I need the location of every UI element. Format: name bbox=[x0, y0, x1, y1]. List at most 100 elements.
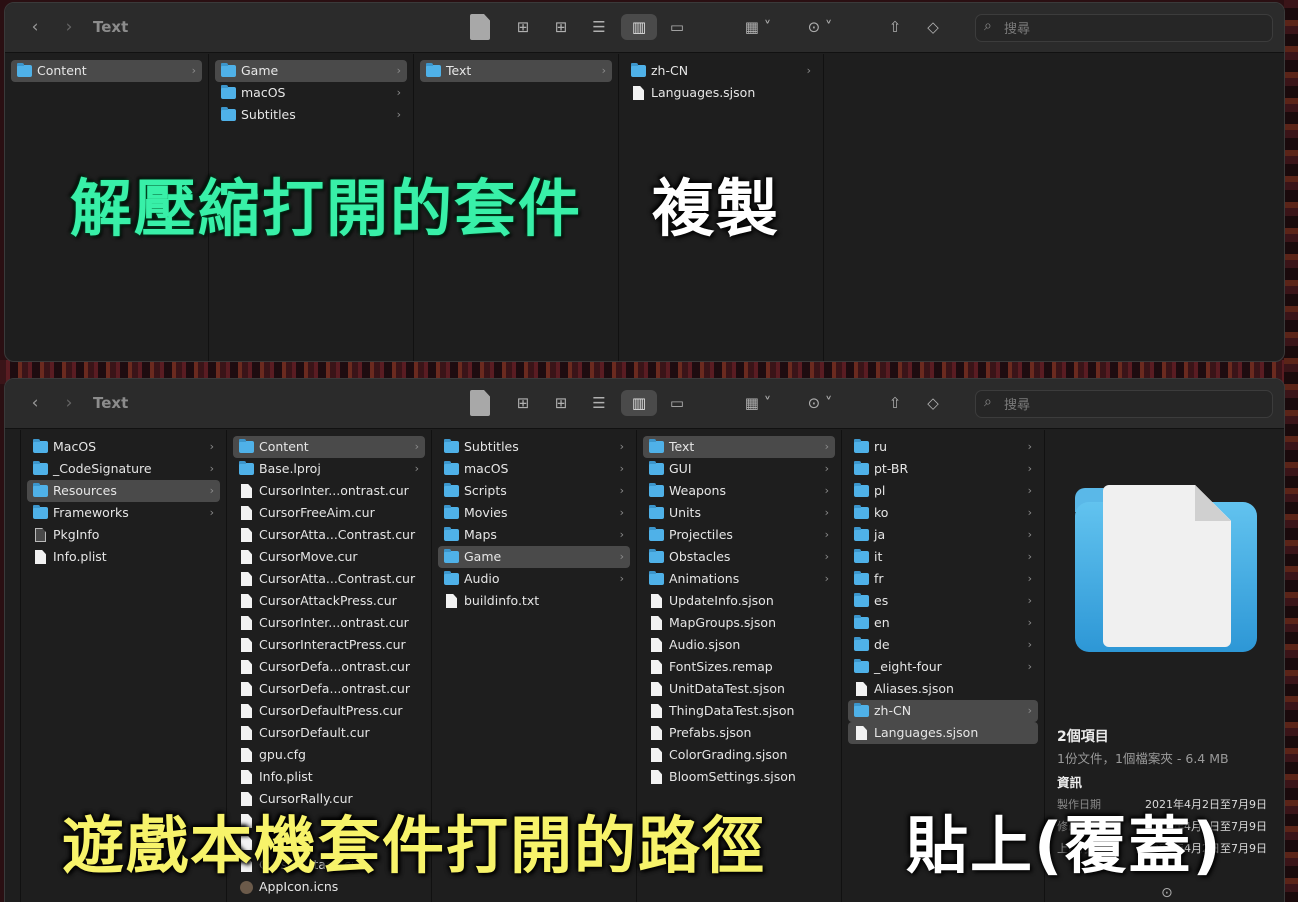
file-row[interactable]: Info.plist bbox=[27, 546, 220, 568]
folder-row[interactable]: macOS › bbox=[215, 82, 407, 104]
new-folder-icon[interactable]: ⊞ bbox=[505, 390, 541, 416]
file-row[interactable]: CursorDefa...ontrast.cur bbox=[233, 656, 425, 678]
file-row[interactable]: Languages.sjson bbox=[625, 82, 817, 104]
file-row[interactable]: CursorDefault.cur bbox=[233, 722, 425, 744]
file-row[interactable]: ColorGrading.sjson bbox=[643, 744, 835, 766]
folder-row[interactable]: Frameworks › bbox=[27, 502, 220, 524]
file-row[interactable]: Audio.sjson bbox=[643, 634, 835, 656]
folder-row[interactable]: de › bbox=[848, 634, 1038, 656]
folder-row[interactable]: Game › bbox=[438, 546, 630, 568]
folder-row[interactable]: Game › bbox=[215, 60, 407, 82]
group-icon[interactable]: ▦ ˅ bbox=[735, 390, 781, 416]
folder-row[interactable]: MacOS › bbox=[27, 436, 220, 458]
folder-row[interactable]: Projectiles › bbox=[643, 524, 835, 546]
back-icon[interactable]: ‹ bbox=[25, 14, 45, 40]
folder-row[interactable]: Content › bbox=[233, 436, 425, 458]
folder-row[interactable]: zh-CN › bbox=[848, 700, 1038, 722]
file-row[interactable]: BloomSettings.sjson bbox=[643, 766, 835, 788]
file-row[interactable]: CursorMove.cur bbox=[233, 546, 425, 568]
file-row[interactable]: CursorInteractPress.cur bbox=[233, 634, 425, 656]
folder-row[interactable]: Units › bbox=[643, 502, 835, 524]
folder-row[interactable]: Obstacles › bbox=[643, 546, 835, 568]
folder-row[interactable]: fr › bbox=[848, 568, 1038, 590]
folder-row[interactable]: _CodeSignature › bbox=[27, 458, 220, 480]
forward-icon[interactable]: › bbox=[59, 14, 79, 40]
file-row[interactable]: buildinfo.txt bbox=[438, 590, 630, 612]
file-row[interactable]: MapGroups.sjson bbox=[643, 612, 835, 634]
file-row[interactable]: FontSizes.remap bbox=[643, 656, 835, 678]
file-row[interactable]: CursorAtta...Contrast.cur bbox=[233, 568, 425, 590]
folder-row[interactable]: Content › bbox=[11, 60, 202, 82]
file-row[interactable]: Prefabs.sjson bbox=[643, 722, 835, 744]
gallery-view-icon[interactable]: ▭ bbox=[659, 390, 695, 416]
more-icon[interactable]: ⊙ bbox=[1161, 885, 1173, 901]
file-row[interactable]: CursorAttackPress.cur bbox=[233, 590, 425, 612]
file-row[interactable]: CursorDefa...ontrast.cur bbox=[233, 678, 425, 700]
folder-icon bbox=[649, 527, 664, 541]
folder-row[interactable]: it › bbox=[848, 546, 1038, 568]
icon-view-icon[interactable]: ⊞ bbox=[543, 14, 579, 40]
folder-row[interactable]: pl › bbox=[848, 480, 1038, 502]
share-icon[interactable]: ⇧ bbox=[877, 390, 913, 416]
search-field[interactable]: ⌕ bbox=[975, 14, 1273, 42]
file-row[interactable]: ThingDataTest.sjson bbox=[643, 700, 835, 722]
document-proxy-icon[interactable] bbox=[470, 390, 490, 416]
file-row[interactable]: PkgInfo bbox=[27, 524, 220, 546]
file-row[interactable]: Info.plist bbox=[233, 766, 425, 788]
column-view-icon[interactable]: ▥ bbox=[621, 390, 657, 416]
share-icon[interactable]: ⇧ bbox=[877, 14, 913, 40]
file-row[interactable]: CursorFreeAim.cur bbox=[233, 502, 425, 524]
file-row[interactable]: CursorInter...ontrast.cur bbox=[233, 480, 425, 502]
folder-row[interactable]: en › bbox=[848, 612, 1038, 634]
folder-row[interactable]: Scripts › bbox=[438, 480, 630, 502]
folder-row[interactable]: Subtitles › bbox=[438, 436, 630, 458]
tag-icon[interactable]: ◇ bbox=[915, 390, 951, 416]
icon-view-icon[interactable]: ⊞ bbox=[543, 390, 579, 416]
folder-row[interactable]: GUI › bbox=[643, 458, 835, 480]
folder-row[interactable]: Maps › bbox=[438, 524, 630, 546]
folder-row[interactable]: es › bbox=[848, 590, 1038, 612]
back-icon[interactable]: ‹ bbox=[25, 390, 45, 416]
folder-row[interactable]: Animations › bbox=[643, 568, 835, 590]
folder-row[interactable]: ja › bbox=[848, 524, 1038, 546]
file-row[interactable]: UpdateInfo.sjson bbox=[643, 590, 835, 612]
file-row[interactable]: Aliases.sjson bbox=[848, 678, 1038, 700]
tag-icon[interactable]: ◇ bbox=[915, 14, 951, 40]
item-label: CursorMove.cur bbox=[259, 549, 358, 564]
forward-icon[interactable]: › bbox=[59, 390, 79, 416]
folder-row[interactable]: Text › bbox=[420, 60, 612, 82]
folder-row[interactable]: Resources › bbox=[27, 480, 220, 502]
folder-row[interactable]: macOS › bbox=[438, 458, 630, 480]
folder-row[interactable]: Weapons › bbox=[643, 480, 835, 502]
file-row[interactable]: CursorDefaultPress.cur bbox=[233, 700, 425, 722]
file-row[interactable]: CursorAtta...Contrast.cur bbox=[233, 524, 425, 546]
folder-row[interactable]: _eight-four › bbox=[848, 656, 1038, 678]
action-icon[interactable]: ⊙ ˅ bbox=[797, 14, 843, 40]
list-view-icon[interactable]: ☰ bbox=[581, 14, 617, 40]
column-view-icon[interactable]: ▥ bbox=[621, 14, 657, 40]
new-folder-icon[interactable]: ⊞ bbox=[505, 14, 541, 40]
file-row[interactable]: gpu.cfg bbox=[233, 744, 425, 766]
file-row[interactable]: UnitDataTest.sjson bbox=[643, 678, 835, 700]
search-field[interactable]: ⌕ bbox=[975, 390, 1273, 418]
folder-icon bbox=[221, 63, 236, 77]
file-row[interactable]: CursorInter...ontrast.cur bbox=[233, 612, 425, 634]
search-input[interactable] bbox=[1004, 395, 1254, 415]
list-view-icon[interactable]: ☰ bbox=[581, 390, 617, 416]
action-icon[interactable]: ⊙ ˅ bbox=[797, 390, 843, 416]
file-row[interactable]: Languages.sjson bbox=[848, 722, 1038, 744]
folder-row[interactable]: pt-BR › bbox=[848, 458, 1038, 480]
search-input[interactable] bbox=[1004, 19, 1254, 39]
folder-row[interactable]: Audio › bbox=[438, 568, 630, 590]
group-icon[interactable]: ▦ ˅ bbox=[735, 14, 781, 40]
folder-row[interactable]: Movies › bbox=[438, 502, 630, 524]
document-proxy-icon[interactable] bbox=[470, 14, 490, 40]
gallery-view-icon[interactable]: ▭ bbox=[659, 14, 695, 40]
chevron-right-icon: › bbox=[619, 440, 624, 453]
folder-row[interactable]: zh-CN › bbox=[625, 60, 817, 82]
folder-row[interactable]: Subtitles › bbox=[215, 104, 407, 126]
folder-row[interactable]: ko › bbox=[848, 502, 1038, 524]
folder-row[interactable]: Text › bbox=[643, 436, 835, 458]
folder-row[interactable]: Base.lproj › bbox=[233, 458, 425, 480]
folder-row[interactable]: ru › bbox=[848, 436, 1038, 458]
